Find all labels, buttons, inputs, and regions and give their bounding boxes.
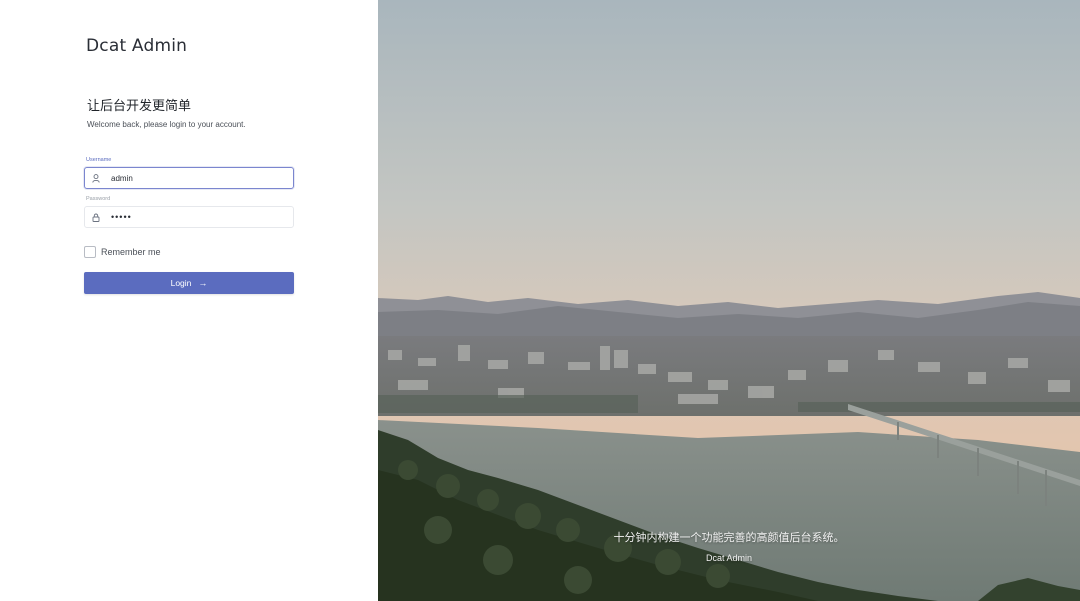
username-label: Username	[86, 157, 112, 163]
lock-icon	[92, 213, 100, 222]
password-input[interactable]	[111, 208, 281, 226]
remember-me[interactable]: Remember me	[84, 246, 161, 258]
user-icon	[92, 173, 100, 183]
hero-subcaption: Dcat Admin	[705, 553, 753, 563]
hero-caption: 十分钟内构建一个功能完善的高颜值后台系统。	[613, 531, 845, 544]
remember-checkbox[interactable]	[84, 246, 96, 258]
login-button[interactable]: Login →	[84, 272, 294, 294]
login-button-label: Login	[170, 278, 192, 288]
username-field[interactable]	[84, 167, 294, 189]
remember-label: Remember me	[101, 247, 161, 257]
login-panel: Dcat Admin 让后台开发更简单 Welcome back, please…	[0, 0, 378, 601]
login-heading: 让后台开发更简单	[87, 99, 192, 114]
password-field[interactable]	[84, 206, 294, 228]
password-label: Password	[86, 196, 111, 202]
arrow-right-icon: →	[198, 278, 208, 288]
username-input[interactable]	[111, 169, 281, 187]
background-image: 十分钟内构建一个功能完善的高颜值后台系统。 Dcat Admin	[378, 0, 1080, 601]
brand-title: Dcat Admin	[86, 36, 188, 56]
login-subheading: Welcome back, please login to your accou…	[87, 120, 246, 129]
landscape-photo	[378, 0, 1080, 601]
